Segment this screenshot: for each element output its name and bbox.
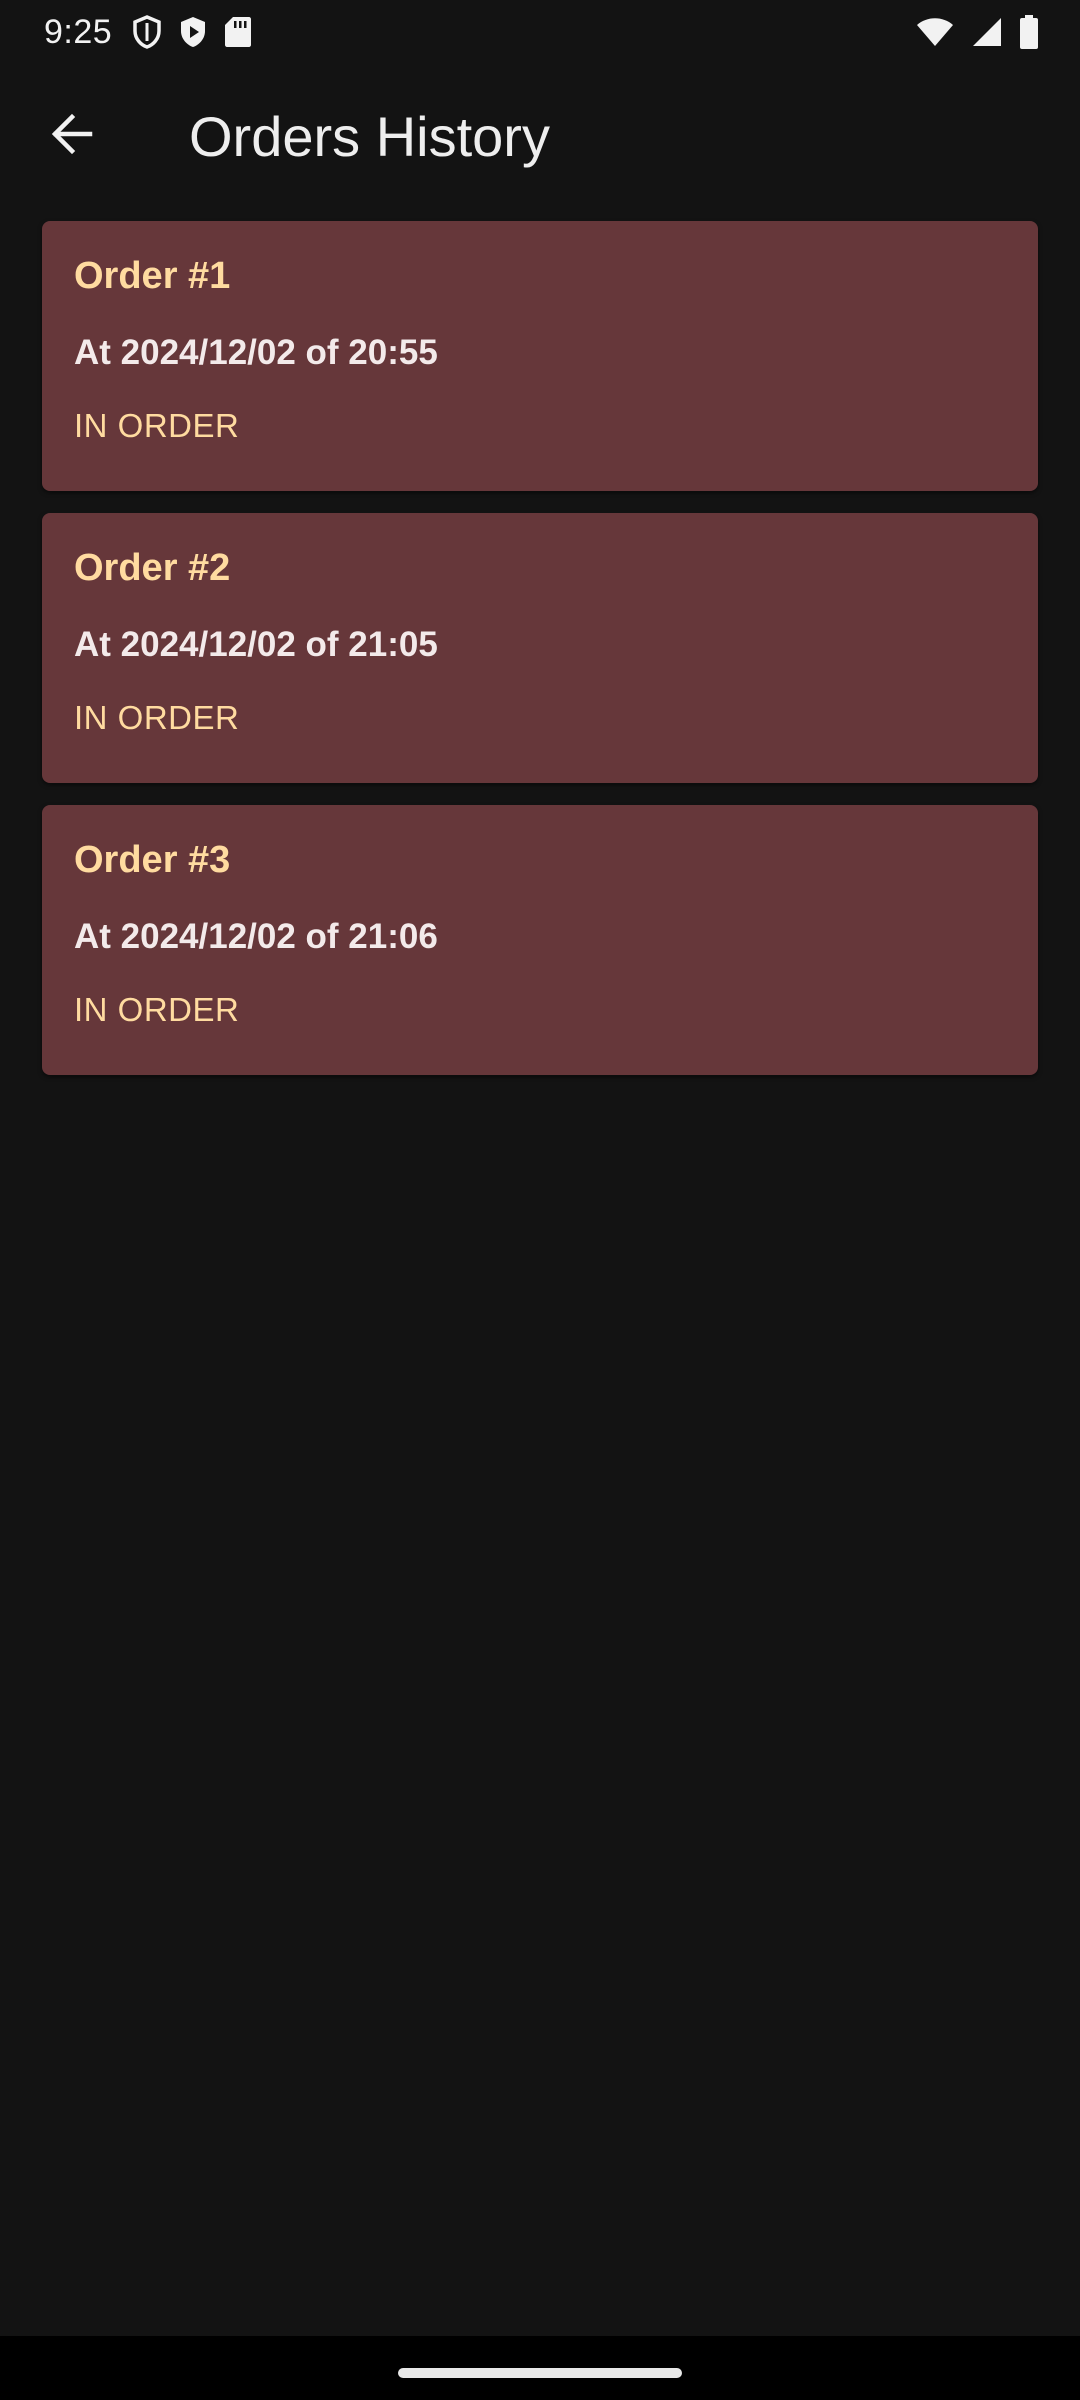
status-bar-right bbox=[916, 15, 1038, 49]
orders-history-screen: 9:25 Orders History Order #1 At 2024/12/… bbox=[0, 0, 1080, 2400]
sd-card-icon bbox=[224, 16, 252, 48]
status-bar-left: 9:25 bbox=[44, 13, 252, 52]
shield-outline-icon bbox=[132, 15, 162, 49]
back-button[interactable] bbox=[30, 94, 114, 178]
order-status: IN ORDER bbox=[74, 699, 240, 736]
battery-icon bbox=[1020, 15, 1038, 49]
home-gesture-handle[interactable] bbox=[398, 2368, 682, 2378]
cellular-signal-icon bbox=[972, 17, 1002, 47]
order-title: Order #1 bbox=[74, 255, 231, 297]
order-status: IN ORDER bbox=[74, 991, 240, 1028]
orders-list: Order #1 At 2024/12/02 of 20:55 IN ORDER… bbox=[42, 221, 1038, 1075]
page-title: Orders History bbox=[189, 105, 550, 168]
order-card[interactable]: Order #2 At 2024/12/02 of 21:05 IN ORDER bbox=[42, 513, 1038, 783]
gesture-navigation-bar bbox=[0, 2336, 1080, 2400]
status-time: 9:25 bbox=[44, 12, 113, 51]
order-date: At 2024/12/02 of 21:06 bbox=[74, 917, 438, 956]
wifi-icon bbox=[916, 17, 954, 47]
order-date: At 2024/12/02 of 20:55 bbox=[74, 333, 438, 372]
order-card[interactable]: Order #3 At 2024/12/02 of 21:06 IN ORDER bbox=[42, 805, 1038, 1075]
shield-play-icon bbox=[178, 15, 208, 49]
app-bar: Orders History bbox=[0, 64, 1080, 208]
order-title: Order #2 bbox=[74, 547, 231, 589]
order-status: IN ORDER bbox=[74, 407, 240, 444]
order-title: Order #3 bbox=[74, 839, 231, 881]
order-card[interactable]: Order #1 At 2024/12/02 of 20:55 IN ORDER bbox=[42, 221, 1038, 491]
status-bar: 9:25 bbox=[0, 0, 1080, 64]
order-date: At 2024/12/02 of 21:05 bbox=[74, 625, 438, 664]
arrow-back-icon bbox=[50, 112, 94, 161]
